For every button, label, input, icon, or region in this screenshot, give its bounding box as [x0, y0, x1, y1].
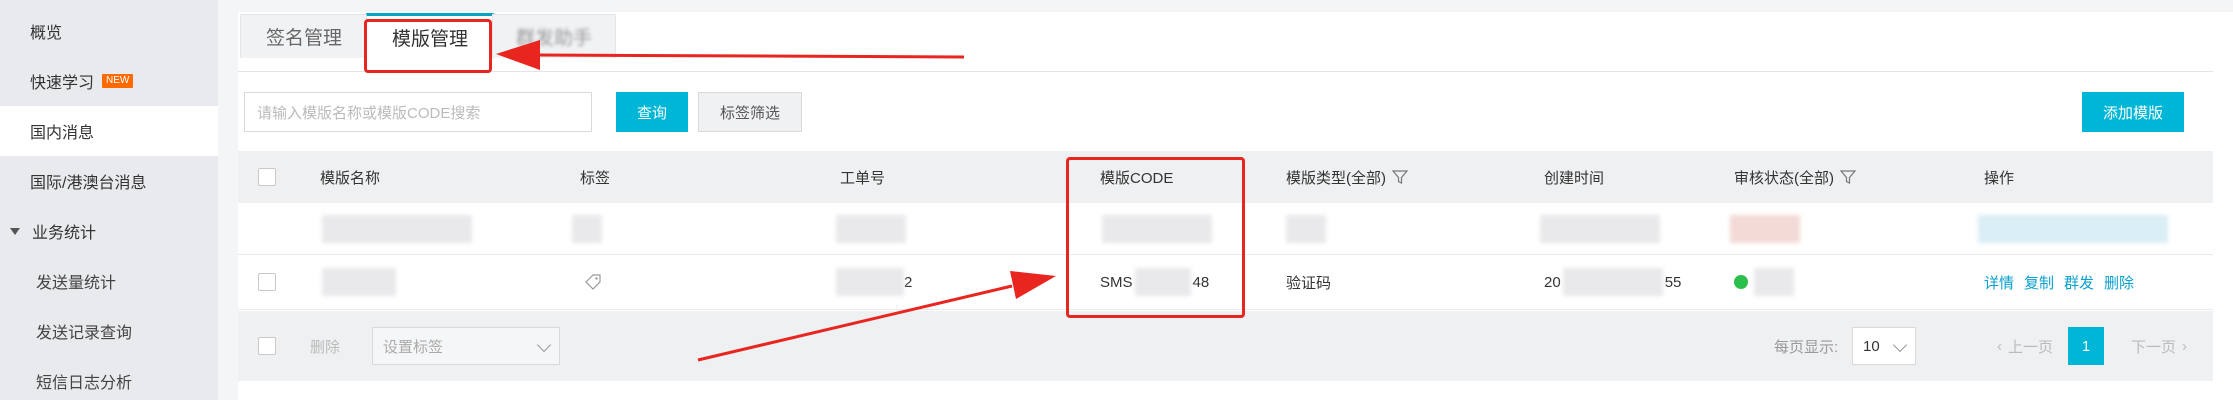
- tab-label: 签名管理: [265, 28, 342, 49]
- redacted-actions: [1978, 214, 2168, 243]
- prev-page-button[interactable]: ‹ 上一页: [1982, 327, 2068, 365]
- set-tag-placeholder: 设置标签: [383, 338, 444, 356]
- per-page-label: 每页显示:: [1774, 339, 1839, 356]
- redacted-status: [1754, 268, 1794, 296]
- detail-link[interactable]: 详情: [1984, 272, 2014, 293]
- created-suffix: 55: [1664, 273, 1682, 291]
- delete-link[interactable]: 删除: [2104, 272, 2134, 293]
- annotation-box-code: [1066, 157, 1245, 318]
- bulk-send-link[interactable]: 群发: [2064, 272, 2094, 293]
- column-header-status-label: 审核状态(全部): [1734, 169, 1834, 187]
- created-prefix: 20: [1544, 273, 1561, 291]
- sidebar-item-label: 国际/港澳台消息: [30, 175, 147, 192]
- select-all-checkbox-cell: [258, 151, 276, 203]
- footer-select-all-checkbox[interactable]: [258, 337, 276, 355]
- copy-link[interactable]: 复制: [2024, 272, 2054, 293]
- tab-label: 群发助手: [515, 28, 592, 49]
- query-button[interactable]: 查询: [616, 92, 688, 132]
- sidebar-item-label: 发送量统计: [36, 275, 117, 292]
- next-page-button[interactable]: 下一页 ›: [2114, 327, 2204, 365]
- tag-filter-button[interactable]: 标签筛选: [698, 92, 802, 132]
- row-checkbox[interactable]: [258, 273, 276, 291]
- sidebar: 概览 快速学习 NEW 国内消息 国际/港澳台消息 业务统计 发送量统计 发送记录…: [0, 0, 218, 400]
- sidebar-item-label: 发送记录查询: [36, 325, 133, 342]
- sidebar-item-domestic-messages[interactable]: 国内消息: [0, 106, 218, 156]
- redacted-name: [322, 214, 472, 243]
- sidebar-item-international-messages[interactable]: 国际/港澳台消息: [0, 156, 218, 206]
- tab-divider: [238, 71, 2213, 72]
- select-all-checkbox[interactable]: [258, 168, 276, 186]
- column-header-status[interactable]: 审核状态(全部): [1734, 151, 1856, 203]
- sidebar-item-overview[interactable]: 概览: [0, 6, 218, 56]
- ticket-suffix: 2: [904, 273, 913, 291]
- annotation-box-tab: [364, 19, 492, 73]
- chevron-down-icon: [536, 337, 552, 353]
- sidebar-item-send-volume[interactable]: 发送量统计: [0, 256, 218, 306]
- caret-down-icon: [10, 227, 20, 235]
- redacted-status: [1730, 214, 1800, 243]
- column-header-type-label: 模版类型(全部): [1286, 169, 1386, 187]
- sidebar-item-label: 快速学习: [30, 75, 95, 92]
- column-header-type[interactable]: 模版类型(全部): [1286, 151, 1408, 203]
- sidebar-item-label: 业务统计: [32, 225, 97, 242]
- column-header-created: 创建时间: [1544, 169, 1605, 187]
- next-page-label: 下一页: [2130, 338, 2176, 356]
- tab-signature-management[interactable]: 签名管理: [240, 14, 368, 58]
- filter-icon[interactable]: [1840, 169, 1856, 185]
- redacted-ticket: [836, 214, 906, 243]
- page-1-button[interactable]: 1: [2068, 327, 2104, 365]
- tab-bulk-send-assistant[interactable]: 群发助手: [492, 14, 616, 58]
- column-header-tag: 标签: [580, 169, 611, 187]
- sidebar-item-label: 短信日志分析: [36, 375, 133, 392]
- template-type: 验证码: [1286, 274, 1332, 292]
- search-input[interactable]: 请输入模版名称或模版CODE搜索: [244, 92, 592, 132]
- redacted-type: [1286, 214, 1326, 243]
- filter-icon[interactable]: [1392, 169, 1408, 185]
- sidebar-item-label: 国内消息: [30, 125, 95, 142]
- sidebar-item-business-stats[interactable]: 业务统计: [0, 206, 218, 256]
- per-page-select[interactable]: 10: [1852, 327, 1916, 365]
- sidebar-item-send-records[interactable]: 发送记录查询: [0, 306, 218, 356]
- row-actions: 详情 复制 群发 删除: [1984, 255, 2144, 309]
- column-header-name: 模版名称: [320, 169, 381, 187]
- bulk-delete-button[interactable]: 删除: [310, 336, 340, 357]
- redacted-created: [1540, 214, 1660, 243]
- status-approved-icon: [1734, 275, 1748, 289]
- redacted-tag: [572, 214, 602, 243]
- chevron-left-icon: ‹: [1996, 337, 2002, 355]
- prev-page-label: 上一页: [2007, 338, 2053, 356]
- redacted-created: [1562, 268, 1663, 296]
- redacted-ticket: [836, 268, 904, 296]
- sidebar-item-label: 概览: [30, 25, 63, 42]
- add-template-button[interactable]: 添加模版: [2082, 92, 2184, 132]
- chevron-down-icon: [1892, 337, 1908, 353]
- new-badge: NEW: [102, 74, 134, 88]
- column-header-actions: 操作: [1984, 169, 2015, 187]
- chevron-right-icon: ›: [2182, 337, 2187, 355]
- tag-icon[interactable]: [584, 273, 602, 291]
- per-page-value: 10: [1863, 337, 1880, 355]
- sidebar-item-quick-learn[interactable]: 快速学习 NEW: [0, 56, 218, 106]
- redacted-name: [322, 268, 396, 296]
- column-header-ticket: 工单号: [840, 169, 886, 187]
- table-footer: 删除 设置标签 每页显示: 10 ‹ 上一页 1 下一页 ›: [238, 311, 2213, 381]
- sidebar-item-sms-log-analysis[interactable]: 短信日志分析: [0, 356, 218, 400]
- set-tag-select[interactable]: 设置标签: [372, 327, 560, 365]
